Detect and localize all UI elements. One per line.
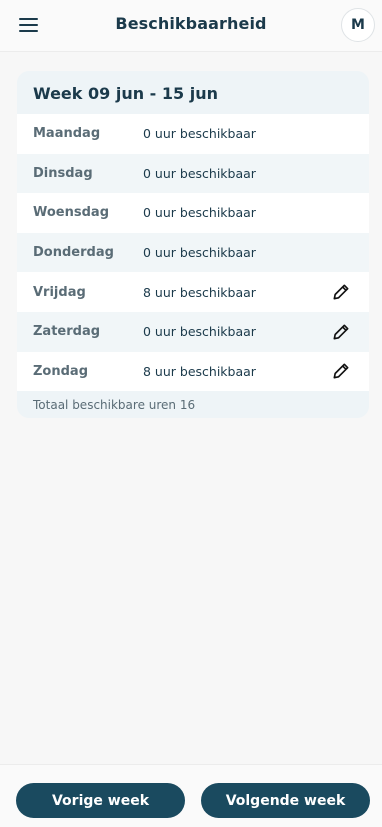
pencil-edit-icon[interactable]: [329, 320, 353, 344]
day-name: Maandag: [33, 126, 101, 142]
week-label: Week 09 jun - 15 jun: [33, 84, 218, 103]
top-bar: Beschikbaarheid M: [0, 0, 382, 52]
day-row-maandag: Maandag 0 uur beschikbaar: [17, 114, 369, 154]
day-hours: 0 uur beschikbaar: [143, 324, 256, 340]
day-name: Zondag: [33, 363, 88, 379]
day-row-vrijdag: Vrijdag 8 uur beschikbaar: [17, 272, 369, 312]
bottom-navigation: Vorige week Volgende week: [0, 764, 382, 827]
app-screen: Beschikbaarheid M Week 09 jun - 15 jun M…: [0, 0, 382, 827]
day-name: Dinsdag: [33, 165, 93, 181]
page-title: Beschikbaarheid: [115, 14, 267, 33]
pencil-edit-icon[interactable]: [329, 359, 353, 383]
next-week-button[interactable]: Volgende week: [201, 783, 370, 818]
availability-card: Week 09 jun - 15 jun Maandag 0 uur besch…: [17, 71, 369, 418]
day-hours: 0 uur beschikbaar: [143, 126, 256, 142]
day-name: Woensdag: [33, 205, 110, 221]
day-hours: 0 uur beschikbaar: [143, 205, 256, 221]
day-row-donderdag: Donderdag 0 uur beschikbaar: [17, 232, 369, 273]
day-row-zaterdag: Zaterdag 0 uur beschikbaar: [17, 311, 369, 352]
previous-week-button[interactable]: Vorige week: [16, 783, 185, 818]
day-hours: 0 uur beschikbaar: [143, 245, 256, 261]
day-hours: 8 uur beschikbaar: [143, 284, 256, 300]
pencil-edit-icon[interactable]: [329, 280, 353, 304]
total-hours: Totaal beschikbare uren 16: [33, 398, 196, 413]
day-hours: 8 uur beschikbaar: [143, 363, 256, 379]
day-name: Donderdag: [33, 245, 114, 261]
day-row-woensdag: Woensdag 0 uur beschikbaar: [17, 193, 369, 233]
day-row-dinsdag: Dinsdag 0 uur beschikbaar: [17, 153, 369, 194]
day-row-zondag: Zondag 8 uur beschikbaar: [17, 351, 369, 392]
avatar[interactable]: M: [341, 8, 375, 42]
day-name: Vrijdag: [33, 284, 86, 300]
day-name: Zaterdag: [33, 324, 101, 340]
day-hours: 0 uur beschikbaar: [143, 165, 256, 181]
